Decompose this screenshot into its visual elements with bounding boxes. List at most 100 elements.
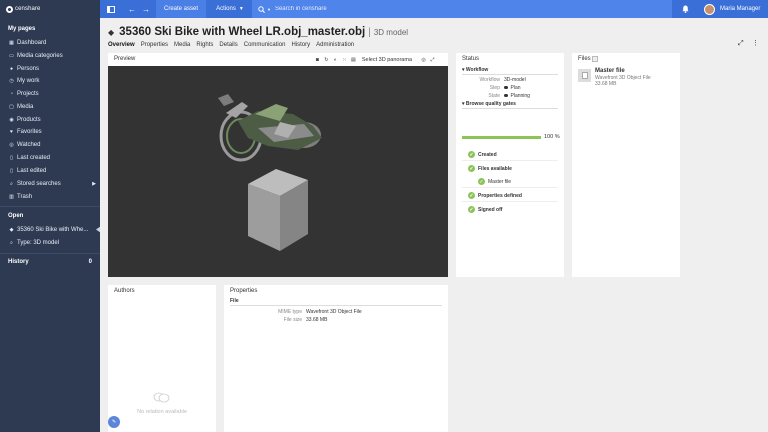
check-icon: ✓ [478, 178, 485, 185]
sidebar-item-persons[interactable]: ● Persons [8, 63, 96, 74]
sidebar-item-label: Last created [17, 154, 51, 161]
sidebar-item-favorites[interactable]: ♥ Favorites [8, 126, 96, 137]
workflow-value: 3D-model [504, 77, 526, 83]
quality-gates-toggle[interactable]: ▾ Browse quality gates [462, 101, 516, 107]
file-size-value: 33.68 MB [306, 317, 328, 323]
contrast-icon[interactable]: ◐ [332, 56, 339, 63]
sidebar-open-item-asset[interactable]: ◆ 35360 Ski Bike with Whe... [8, 224, 96, 235]
tab-administration[interactable]: Administration [316, 42, 354, 48]
logo[interactable]: censhare [0, 0, 100, 18]
sidebar-item-last-edited[interactable]: ▯ Last edited [8, 165, 96, 176]
top-bar: censhare ← → Create asset Actions ▼ ▼ Ma… [0, 0, 768, 18]
divider [462, 74, 558, 75]
user-menu[interactable]: Maria Manager [704, 0, 760, 18]
sidebar-item-media-categories[interactable]: ▭ Media categories [8, 50, 96, 61]
search-icon [258, 5, 265, 13]
eye-icon[interactable]: ◎ [420, 56, 427, 63]
sidebar-item-projects[interactable]: ◔ Projects [8, 88, 96, 99]
my-pages-title: My pages [8, 26, 36, 32]
camera-icon[interactable]: ◙ [314, 56, 321, 63]
status-title: Status [462, 56, 480, 62]
gate-label: Master file [488, 178, 512, 185]
mime-type-value: Wavefront 3D Object File [306, 309, 362, 315]
asset-title: 35360 Ski Bike with Wheel LR.obj_master.… [119, 26, 366, 38]
search-input[interactable] [274, 6, 475, 12]
3d-model-render [218, 94, 322, 251]
sidebar-item-label: Products [17, 116, 41, 123]
edit-button[interactable]: ✎ [108, 416, 120, 428]
more-options-icon[interactable]: ⋮ [752, 39, 759, 47]
clock-icon: ◷ [9, 77, 14, 84]
sidebar-item-last-created[interactable]: ▯ Last created [8, 152, 96, 163]
properties-title: Properties [230, 288, 258, 294]
sidebar-item-label: Trash [17, 193, 33, 200]
sidebar-item-products[interactable]: ◉ Products [8, 114, 96, 125]
forward-arrow-icon[interactable]: → [140, 0, 152, 18]
expand-icon[interactable]: ⤢ [738, 40, 744, 48]
search-bar[interactable]: ▼ [252, 0, 672, 18]
gate-label: Created [478, 151, 497, 158]
ski-bike-model [218, 94, 322, 162]
sidebar-item-label: Stored searches [17, 180, 61, 187]
gate-label: Files available [478, 165, 512, 172]
files-panel: Files Master file Wavefront 3D Object Fi… [572, 53, 680, 277]
sidebar-item-label: Type: 3D model [17, 239, 60, 246]
user-name: Maria Manager [720, 6, 761, 12]
fullscreen-icon[interactable]: ⤢ [429, 56, 436, 63]
select-all-checkbox[interactable] [592, 56, 598, 62]
create-asset-button[interactable]: Create asset [156, 0, 206, 18]
gate-files-available: ✓ Files available [468, 165, 512, 172]
panorama-select[interactable]: Select 3D panorama [362, 57, 412, 63]
trash-icon: ▥ [9, 193, 14, 200]
sidebar-item-label: Projects [17, 90, 39, 97]
reset-view-icon[interactable]: ↻ [323, 56, 330, 63]
heart-icon: ♥ [10, 128, 13, 135]
notification-bell-icon[interactable] [678, 0, 692, 18]
logo-text: censhare [15, 6, 41, 12]
back-arrow-icon[interactable]: ← [126, 0, 138, 18]
tab-overview[interactable]: Overview [108, 42, 135, 48]
tab-media[interactable]: Media [174, 42, 190, 48]
tab-details[interactable]: Details [219, 42, 237, 48]
check-icon: ✓ [468, 192, 475, 199]
layout-icon[interactable]: ▤ [350, 56, 357, 63]
open-title: Open [8, 213, 24, 219]
file-thumbnail[interactable] [578, 69, 591, 82]
sidebar-item-my-work[interactable]: ◷ My work [8, 75, 96, 86]
page-title: ◆ 35360 Ski Bike with Wheel LR.obj_maste… [108, 25, 408, 39]
document-icon: ▯ [10, 167, 13, 174]
divider [462, 187, 558, 188]
sidebar-item-trash[interactable]: ▥ Trash [8, 191, 96, 202]
workflow-section-toggle[interactable]: ▾ Workflow [462, 67, 488, 73]
sidebar-item-watched[interactable]: ◎ Watched [8, 139, 96, 150]
tab-rights[interactable]: Rights [196, 42, 213, 48]
grid-icon[interactable]: ⁙ [341, 56, 348, 63]
history-title[interactable]: History [8, 259, 29, 265]
gate-label: Signed off [478, 206, 503, 213]
sidebar-item-media[interactable]: ▢ Media [8, 101, 96, 112]
sidebar-item-stored-searches[interactable]: ⌕ Stored searches ▶ [8, 178, 96, 189]
search-icon: ⌕ [10, 239, 13, 246]
sidebar-item-dashboard[interactable]: ▦ Dashboard [8, 37, 96, 48]
gate-created: ✓ Created [468, 151, 497, 158]
sidebar-item-label: Watched [17, 141, 41, 148]
sidebar-divider [0, 206, 100, 207]
search-scope-chevron-icon[interactable]: ▼ [267, 7, 271, 12]
tab-history[interactable]: History [291, 42, 310, 48]
actions-menu-button[interactable]: Actions ▼ [212, 0, 248, 18]
empty-state-text: No relation available [137, 409, 187, 415]
tab-communication[interactable]: Communication [244, 42, 286, 48]
sidebar-toggle-icon[interactable] [104, 0, 118, 18]
sidebar-open-item-search[interactable]: ⌕ Type: 3D model [8, 237, 96, 248]
divider [462, 108, 558, 109]
3d-viewer-canvas[interactable] [108, 66, 448, 277]
status-dot-icon [504, 93, 508, 98]
sidebar-item-label: Dashboard [17, 39, 47, 46]
sidebar-item-label: Media [17, 103, 34, 110]
state-value: Planning [510, 93, 530, 99]
tab-properties[interactable]: Properties [141, 42, 168, 48]
chevron-right-icon[interactable]: ▶ [92, 181, 96, 187]
master-file-label[interactable]: Master file [595, 68, 625, 74]
authors-panel: Authors No relation available ✎ [108, 285, 216, 432]
gate-master-file: ✓ Master file [478, 178, 511, 185]
